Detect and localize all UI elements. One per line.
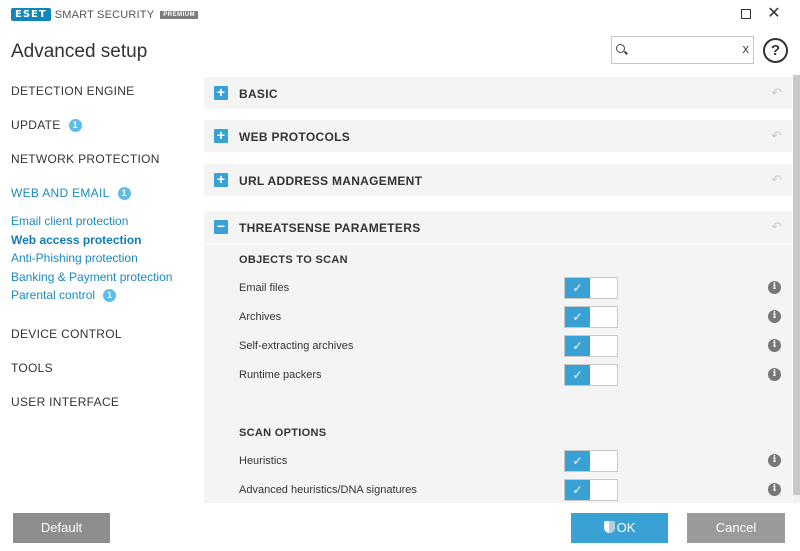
section-title: URL ADDRESS MANAGEMENT bbox=[239, 174, 423, 188]
sidebar-item-label: TOOLS bbox=[11, 361, 53, 375]
search-input[interactable] bbox=[632, 40, 736, 62]
sidebar-subitem-label: Banking & Payment protection bbox=[11, 270, 173, 284]
scrollbar[interactable] bbox=[793, 75, 800, 503]
info-icon[interactable]: i bbox=[768, 454, 781, 467]
info-icon[interactable]: i bbox=[768, 281, 781, 294]
info-icon[interactable]: i bbox=[768, 368, 781, 381]
sidebar-item-label: DEVICE CONTROL bbox=[11, 327, 122, 341]
sidebar-subitem-email-client-protection[interactable]: Email client protection bbox=[11, 214, 128, 228]
sidebar-subitem-banking-payment-protection[interactable]: Banking & Payment protection bbox=[11, 270, 172, 284]
revert-icon[interactable]: ↶ bbox=[771, 85, 782, 101]
subsection-title: SCAN OPTIONS bbox=[239, 427, 327, 439]
sidebar-item-tools[interactable]: TOOLS bbox=[11, 361, 53, 375]
setting-label: Runtime packers bbox=[239, 369, 322, 381]
section-basic[interactable]: + BASIC ↶ bbox=[204, 77, 792, 109]
setting-row-heuristics: Heuristics ✓ i bbox=[204, 447, 792, 476]
toggle-switch[interactable]: ✓ bbox=[564, 306, 618, 328]
notification-badge: 1 bbox=[103, 289, 117, 302]
sidebar-subitem-label: Parental control bbox=[11, 288, 96, 302]
sidebar-item-label: NETWORK PROTECTION bbox=[11, 152, 160, 166]
ok-button[interactable]: OK bbox=[571, 513, 668, 543]
setting-row-self-extracting-archives: Self-extracting archives ✓ i bbox=[204, 332, 792, 361]
help-icon[interactable]: ? bbox=[763, 38, 788, 63]
maximize-icon[interactable] bbox=[737, 5, 755, 23]
logo-brand: ESET bbox=[11, 8, 51, 21]
subsection-scan-options: SCAN OPTIONS bbox=[204, 417, 792, 447]
info-icon[interactable]: i bbox=[768, 339, 781, 352]
sidebar-subitem-parental-control[interactable]: Parental control 1 bbox=[11, 288, 117, 302]
sidebar-item-web-and-email[interactable]: WEB AND EMAIL 1 bbox=[11, 186, 131, 200]
section-web-protocols[interactable]: + WEB PROTOCOLS ↶ bbox=[204, 120, 792, 152]
close-icon[interactable]: ✕ bbox=[765, 5, 783, 23]
revert-icon[interactable]: ↶ bbox=[771, 128, 782, 144]
app-logo: ESET SMART SECURITY PREMIUM bbox=[11, 8, 199, 21]
setting-row-email-files: Email files ✓ i bbox=[204, 274, 792, 303]
ok-button-label: OK bbox=[616, 520, 636, 535]
collapse-minus-icon[interactable]: − bbox=[214, 219, 228, 234]
sidebar-item-label: USER INTERFACE bbox=[11, 395, 120, 409]
sidebar-item-label: WEB AND EMAIL bbox=[11, 186, 110, 200]
check-icon: ✓ bbox=[565, 278, 590, 298]
shield-icon bbox=[603, 521, 615, 533]
expand-plus-icon[interactable]: + bbox=[214, 128, 228, 143]
setting-row-runtime-packers: Runtime packers ✓ i bbox=[204, 361, 792, 390]
check-icon: ✓ bbox=[565, 365, 590, 385]
section-spacer bbox=[204, 390, 792, 420]
sidebar-item-user-interface[interactable]: USER INTERFACE bbox=[11, 395, 119, 409]
check-icon: ✓ bbox=[565, 336, 590, 356]
check-icon: ✓ bbox=[565, 307, 590, 327]
revert-icon[interactable]: ↶ bbox=[771, 172, 782, 188]
sidebar-item-detection-engine[interactable]: DETECTION ENGINE bbox=[11, 84, 134, 98]
logo-product-name: SMART SECURITY bbox=[54, 8, 155, 21]
search-icon bbox=[616, 44, 625, 53]
setting-label: Email files bbox=[239, 282, 290, 294]
section-threatsense-parameters[interactable]: − THREATSENSE PARAMETERS ↶ bbox=[204, 211, 792, 243]
section-title: BASIC bbox=[239, 87, 278, 101]
info-icon[interactable]: i bbox=[768, 483, 781, 496]
search-clear-icon[interactable]: x bbox=[743, 41, 750, 56]
notification-badge: 1 bbox=[68, 119, 82, 132]
search-box[interactable]: x bbox=[611, 36, 754, 64]
section-title: WEB PROTOCOLS bbox=[239, 130, 351, 144]
default-button[interactable]: Default bbox=[13, 513, 110, 543]
sidebar-item-update[interactable]: UPDATE 1 bbox=[11, 118, 82, 132]
sidebar-subitem-anti-phishing-protection[interactable]: Anti-Phishing protection bbox=[11, 251, 138, 265]
sidebar-subitem-label: Web access protection bbox=[11, 233, 142, 247]
sidebar-subitem-label: Anti-Phishing protection bbox=[11, 251, 138, 265]
sidebar-subitem-label: Email client protection bbox=[11, 214, 129, 228]
setting-label: Self-extracting archives bbox=[239, 340, 354, 352]
page-title: Advanced setup bbox=[11, 41, 148, 62]
section-title: THREATSENSE PARAMETERS bbox=[239, 221, 421, 235]
cancel-button[interactable]: Cancel bbox=[687, 513, 785, 543]
setting-label: Archives bbox=[239, 311, 282, 323]
info-icon[interactable]: i bbox=[768, 310, 781, 323]
section-url-address-management[interactable]: + URL ADDRESS MANAGEMENT ↶ bbox=[204, 164, 792, 196]
sidebar-item-network-protection[interactable]: NETWORK PROTECTION bbox=[11, 152, 160, 166]
sidebar-item-device-control[interactable]: DEVICE CONTROL bbox=[11, 327, 122, 341]
setting-row-archives: Archives ✓ i bbox=[204, 303, 792, 332]
toggle-switch[interactable]: ✓ bbox=[564, 335, 618, 357]
revert-icon[interactable]: ↶ bbox=[771, 219, 782, 235]
settings-panel: + BASIC ↶ + WEB PROTOCOLS ↶ + URL ADDRES… bbox=[204, 75, 792, 503]
logo-edition: PREMIUM bbox=[160, 10, 199, 19]
toggle-switch[interactable]: ✓ bbox=[564, 277, 618, 299]
expand-plus-icon[interactable]: + bbox=[214, 85, 228, 100]
toggle-switch[interactable]: ✓ bbox=[564, 479, 618, 501]
notification-badge: 1 bbox=[117, 187, 131, 200]
check-icon: ✓ bbox=[565, 480, 590, 500]
title-bar: ESET SMART SECURITY PREMIUM ✕ bbox=[0, 0, 800, 28]
sidebar-subitem-web-access-protection[interactable]: Web access protection bbox=[11, 233, 142, 247]
check-icon: ✓ bbox=[565, 451, 590, 471]
setting-row-advanced-heuristics: Advanced heuristics/DNA signatures ✓ i bbox=[204, 476, 792, 503]
setting-label: Heuristics bbox=[239, 455, 288, 467]
setting-label: Advanced heuristics/DNA signatures bbox=[239, 484, 417, 496]
subsection-title: OBJECTS TO SCAN bbox=[239, 254, 348, 266]
scroll-thumb[interactable] bbox=[793, 75, 800, 495]
expand-plus-icon[interactable]: + bbox=[214, 172, 228, 187]
toggle-switch[interactable]: ✓ bbox=[564, 364, 618, 386]
sidebar-item-label: UPDATE bbox=[11, 118, 61, 132]
sidebar-item-label: DETECTION ENGINE bbox=[11, 84, 135, 98]
toggle-switch[interactable]: ✓ bbox=[564, 450, 618, 472]
subsection-objects-to-scan: OBJECTS TO SCAN bbox=[204, 244, 792, 274]
